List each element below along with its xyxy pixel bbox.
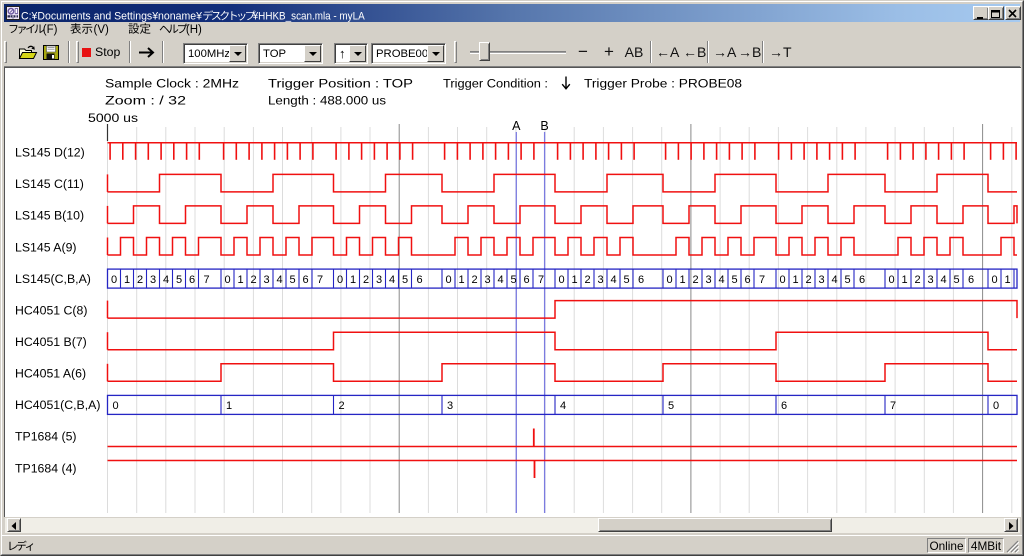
svg-text:3: 3: [597, 274, 603, 286]
svg-text:¥HHKB_scan.mla - myLA: ¥HHKB_scan.mla - myLA: [252, 11, 365, 23]
svg-text:6: 6: [638, 274, 644, 286]
svg-text:0: 0: [991, 274, 997, 286]
svg-text:Trigger Position : TOP: Trigger Position : TOP: [268, 77, 413, 91]
svg-text:6: 6: [416, 274, 422, 286]
svg-text:1: 1: [458, 274, 464, 286]
svg-text:2: 2: [250, 274, 256, 286]
svg-text:5: 5: [844, 274, 850, 286]
svg-text:5: 5: [623, 274, 629, 286]
svg-text:TP1684 (5): TP1684 (5): [15, 430, 77, 444]
svg-text:0: 0: [993, 400, 999, 412]
svg-text:3: 3: [263, 274, 269, 286]
svg-text:6: 6: [968, 274, 974, 286]
svg-text:HC4051(C,B,A): HC4051(C,B,A): [15, 398, 100, 412]
svg-text:B: B: [540, 119, 548, 133]
svg-text:1: 1: [571, 274, 577, 286]
svg-text:HC4051 B(7): HC4051 B(7): [15, 335, 87, 349]
svg-text:2: 2: [584, 274, 590, 286]
svg-text:3: 3: [447, 400, 453, 412]
svg-text:1: 1: [792, 274, 798, 286]
svg-text:5: 5: [176, 274, 182, 286]
svg-text:Sample Clock : 2MHz: Sample Clock : 2MHz: [105, 77, 239, 91]
svg-text:2: 2: [805, 274, 811, 286]
svg-text:0: 0: [779, 274, 785, 286]
svg-text:LS145(C,B,A): LS145(C,B,A): [15, 272, 91, 286]
svg-text:(V): (V): [94, 24, 110, 36]
svg-text:6: 6: [302, 274, 308, 286]
svg-text:0: 0: [113, 400, 119, 412]
svg-text:6: 6: [189, 274, 195, 286]
svg-text:3: 3: [705, 274, 711, 286]
svg-text:2: 2: [471, 274, 477, 286]
svg-text:0: 0: [445, 274, 451, 286]
svg-text:4: 4: [389, 274, 395, 286]
svg-text:TP1684 (4): TP1684 (4): [15, 461, 77, 475]
svg-text:1: 1: [237, 274, 243, 286]
svg-text:6: 6: [523, 274, 529, 286]
svg-text:4: 4: [940, 274, 946, 286]
svg-text:5: 5: [510, 274, 516, 286]
svg-text:LS145 B(10): LS145 B(10): [15, 209, 84, 223]
svg-text:6: 6: [859, 274, 865, 286]
svg-text:1: 1: [679, 274, 685, 286]
svg-text:4: 4: [163, 274, 169, 286]
svg-text:LS145 A(9): LS145 A(9): [15, 240, 77, 254]
svg-text:LS145 D(12): LS145 D(12): [15, 146, 85, 160]
svg-text:1: 1: [124, 274, 130, 286]
svg-text:6: 6: [781, 400, 787, 412]
svg-text:4: 4: [610, 274, 616, 286]
svg-text:(H): (H): [186, 24, 202, 36]
svg-text:7: 7: [759, 274, 765, 286]
svg-text:2: 2: [339, 400, 345, 412]
svg-text:5: 5: [668, 400, 674, 412]
svg-text:5: 5: [953, 274, 959, 286]
svg-text:0: 0: [888, 274, 894, 286]
svg-text:7: 7: [317, 274, 323, 286]
svg-text:HC4051 C(8): HC4051 C(8): [15, 303, 87, 317]
svg-text:2: 2: [137, 274, 143, 286]
svg-text:A: A: [512, 119, 521, 133]
svg-text:3: 3: [927, 274, 933, 286]
svg-text:Zoom : / 32: Zoom : / 32: [105, 94, 186, 108]
svg-text:Length : 488.000 us: Length : 488.000 us: [268, 94, 386, 108]
svg-text:2: 2: [692, 274, 698, 286]
svg-text:0: 0: [111, 274, 117, 286]
svg-text:5: 5: [731, 274, 737, 286]
svg-text:LS145 C(11): LS145 C(11): [15, 177, 84, 191]
svg-text:7: 7: [203, 274, 209, 286]
svg-text:7: 7: [538, 274, 544, 286]
svg-text:0: 0: [558, 274, 564, 286]
svg-text:1: 1: [226, 400, 232, 412]
svg-text:0: 0: [224, 274, 230, 286]
svg-text:0: 0: [337, 274, 343, 286]
svg-text:3: 3: [376, 274, 382, 286]
svg-text:1: 1: [1004, 274, 1010, 286]
svg-text:5: 5: [402, 274, 408, 286]
svg-text:3: 3: [150, 274, 156, 286]
svg-text:(F): (F): [43, 24, 58, 36]
svg-text:4: 4: [560, 400, 566, 412]
svg-text:2: 2: [914, 274, 920, 286]
svg-text:6: 6: [744, 274, 750, 286]
svg-text:5000 us: 5000 us: [88, 111, 138, 125]
svg-text:4: 4: [497, 274, 503, 286]
svg-text:5: 5: [289, 274, 295, 286]
svg-text:3: 3: [818, 274, 824, 286]
svg-text:4: 4: [276, 274, 282, 286]
svg-text:2: 2: [363, 274, 369, 286]
svg-text:Trigger Condition :: Trigger Condition :: [443, 77, 548, 91]
svg-text:Trigger Probe : PROBE08: Trigger Probe : PROBE08: [584, 77, 742, 91]
svg-text:1: 1: [350, 274, 356, 286]
svg-text:1: 1: [901, 274, 907, 286]
svg-text:4: 4: [718, 274, 724, 286]
svg-text:3: 3: [484, 274, 490, 286]
svg-text:C:¥Documents and Settings¥nona: C:¥Documents and Settings¥noname¥: [21, 11, 203, 23]
svg-text:0: 0: [666, 274, 672, 286]
svg-text:HC4051 A(6): HC4051 A(6): [15, 367, 86, 381]
svg-text:4: 4: [831, 274, 837, 286]
svg-text:7: 7: [890, 400, 896, 412]
